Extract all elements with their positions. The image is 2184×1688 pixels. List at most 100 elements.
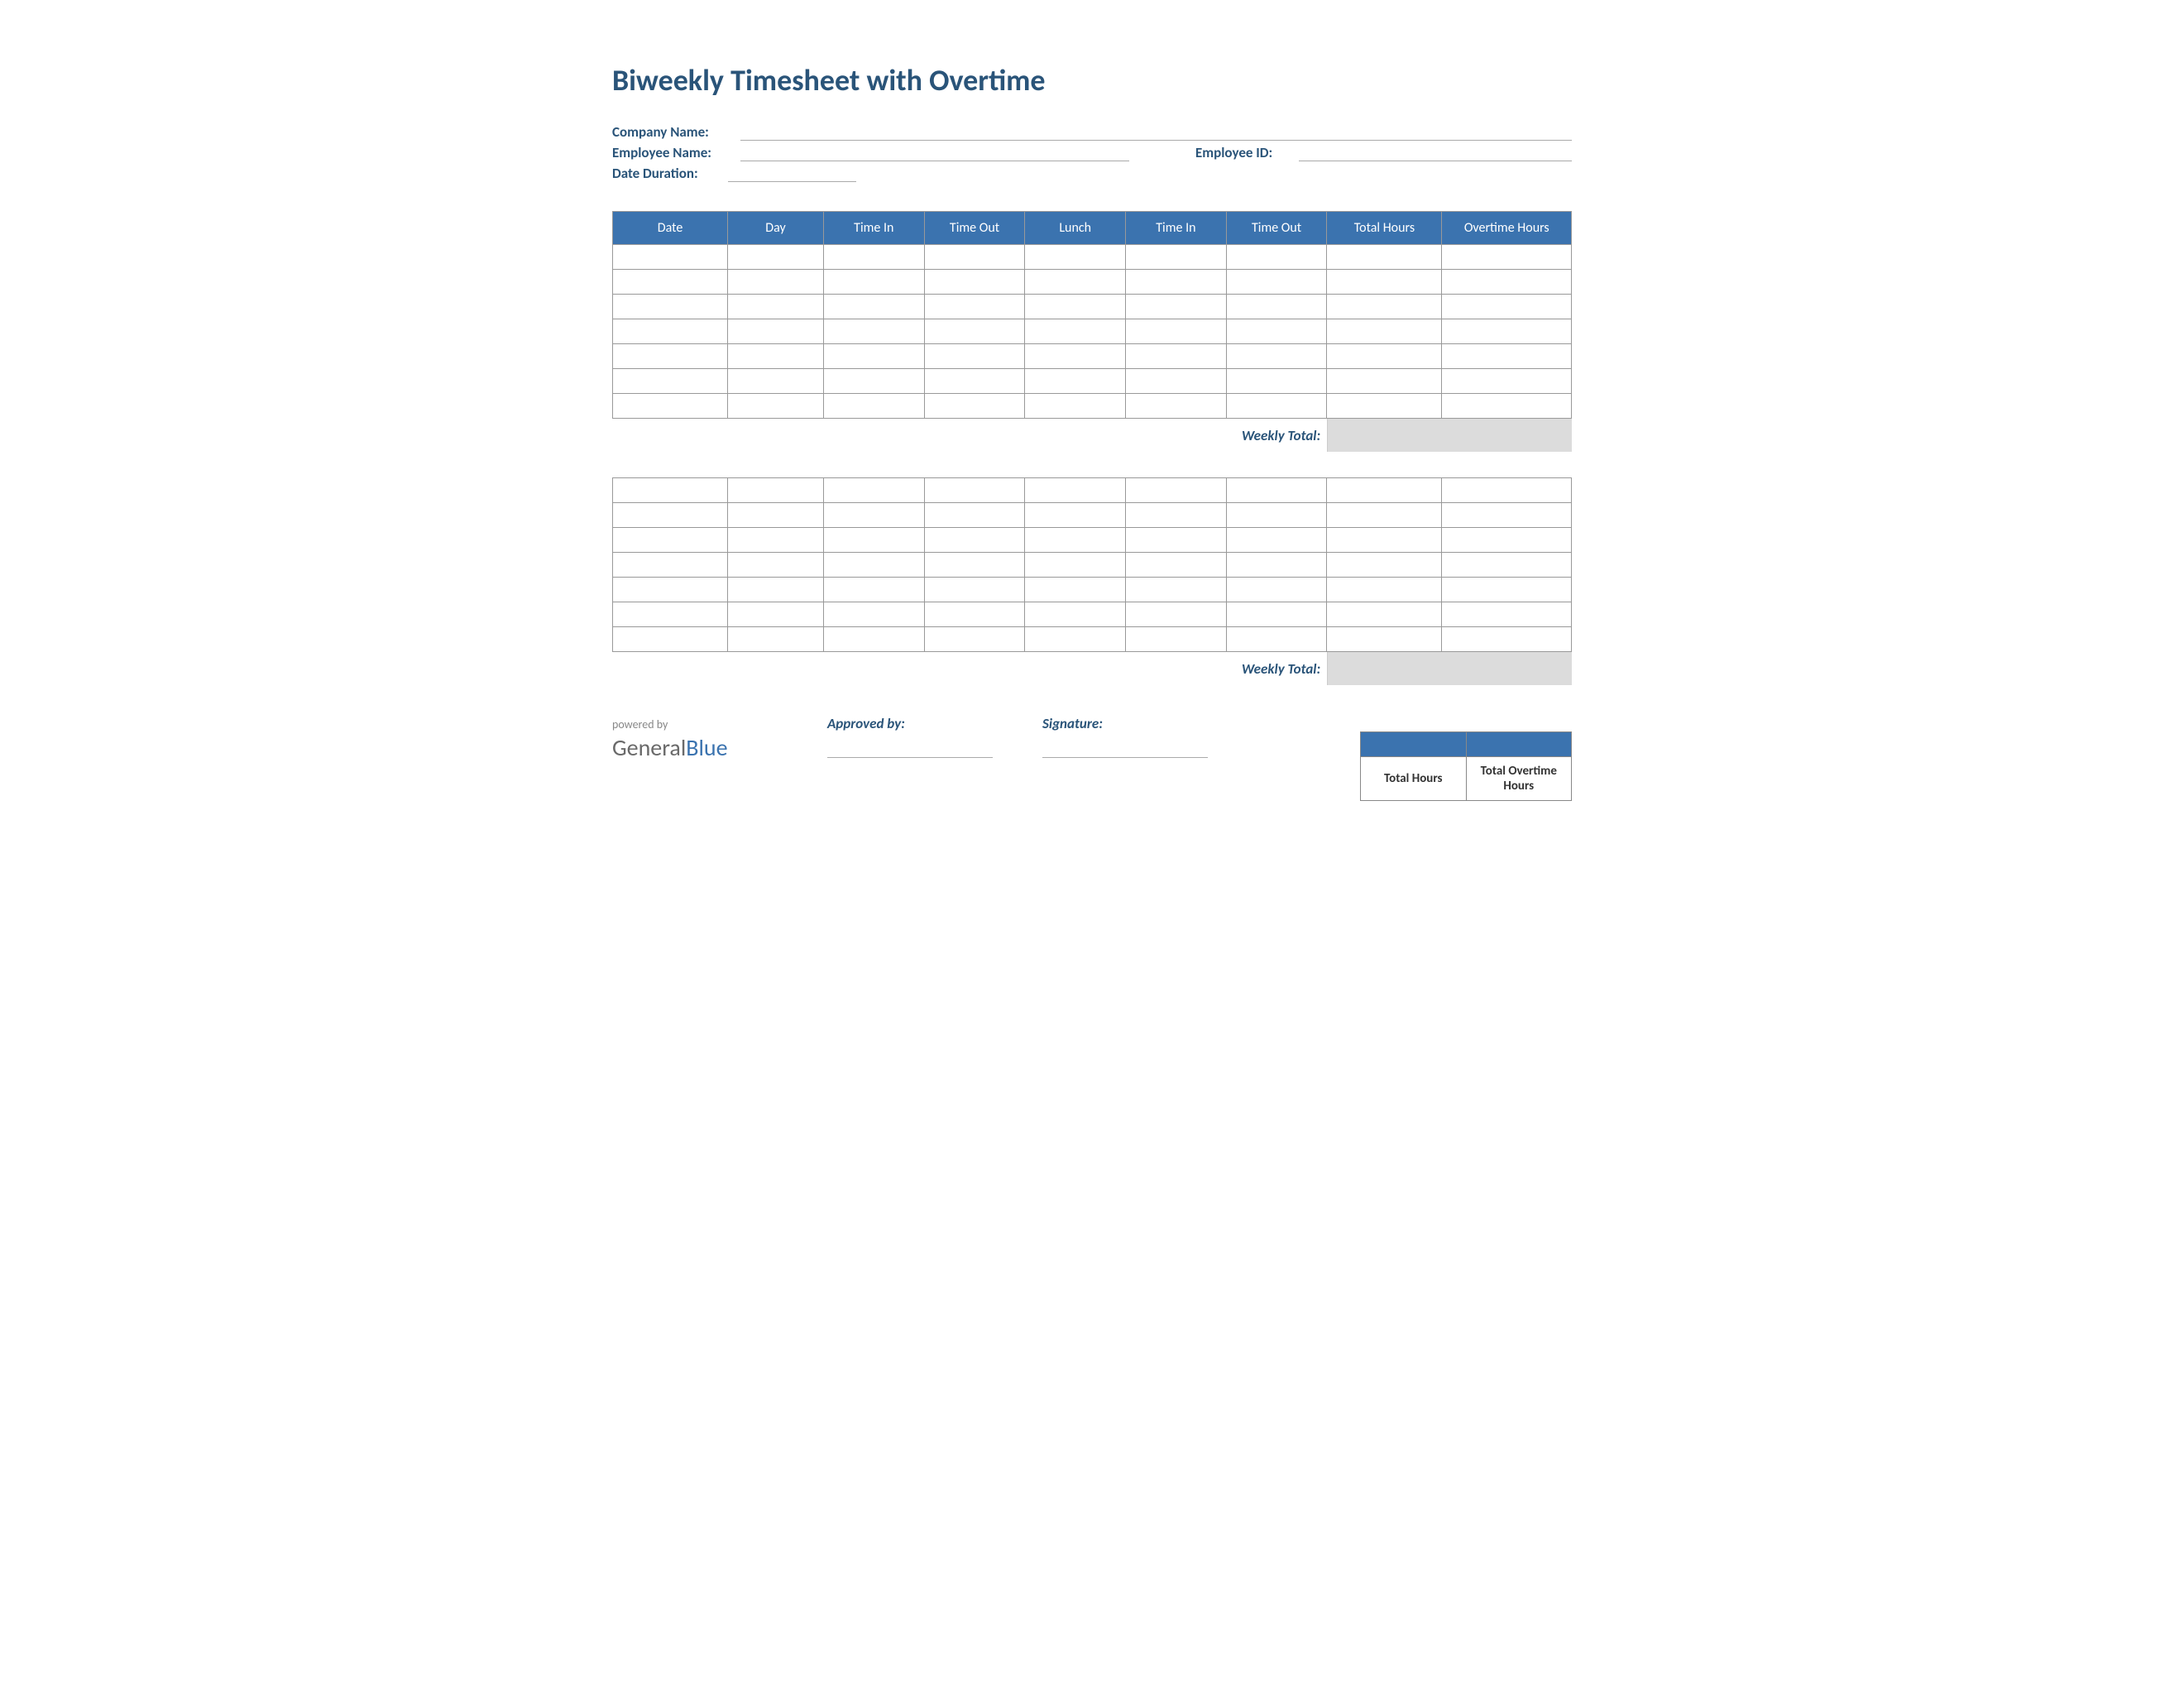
table-cell[interactable] xyxy=(924,344,1025,369)
table-cell[interactable] xyxy=(613,528,728,553)
table-cell[interactable] xyxy=(613,319,728,344)
table-cell[interactable] xyxy=(1126,245,1227,270)
table-cell[interactable] xyxy=(1442,553,1572,578)
table-cell[interactable] xyxy=(823,528,924,553)
table-cell[interactable] xyxy=(1226,295,1327,319)
table-cell[interactable] xyxy=(613,394,728,419)
table-cell[interactable] xyxy=(1126,578,1227,602)
table-cell[interactable] xyxy=(728,578,824,602)
employee-name-field[interactable] xyxy=(740,144,1129,161)
table-cell[interactable] xyxy=(728,369,824,394)
table-cell[interactable] xyxy=(1327,602,1442,627)
table-cell[interactable] xyxy=(728,478,824,503)
table-cell[interactable] xyxy=(728,602,824,627)
table-cell[interactable] xyxy=(1226,270,1327,295)
table-cell[interactable] xyxy=(1126,344,1227,369)
table-cell[interactable] xyxy=(1442,319,1572,344)
table-cell[interactable] xyxy=(1327,295,1442,319)
table-cell[interactable] xyxy=(613,295,728,319)
table-cell[interactable] xyxy=(1025,344,1126,369)
table-cell[interactable] xyxy=(823,295,924,319)
table-cell[interactable] xyxy=(1226,553,1327,578)
table-cell[interactable] xyxy=(728,270,824,295)
table-cell[interactable] xyxy=(613,344,728,369)
table-cell[interactable] xyxy=(613,478,728,503)
table-cell[interactable] xyxy=(823,503,924,528)
table-cell[interactable] xyxy=(1327,394,1442,419)
table-cell[interactable] xyxy=(1327,270,1442,295)
table-cell[interactable] xyxy=(924,602,1025,627)
table-cell[interactable] xyxy=(1442,344,1572,369)
table-cell[interactable] xyxy=(1025,528,1126,553)
table-cell[interactable] xyxy=(1442,394,1572,419)
table-cell[interactable] xyxy=(1025,295,1126,319)
table-cell[interactable] xyxy=(1126,553,1227,578)
table-cell[interactable] xyxy=(823,578,924,602)
table-cell[interactable] xyxy=(1327,478,1442,503)
table-cell[interactable] xyxy=(613,245,728,270)
table-cell[interactable] xyxy=(1327,578,1442,602)
employee-id-field[interactable] xyxy=(1299,144,1572,161)
table-cell[interactable] xyxy=(728,344,824,369)
table-cell[interactable] xyxy=(613,578,728,602)
table-cell[interactable] xyxy=(924,319,1025,344)
table-cell[interactable] xyxy=(728,528,824,553)
table-cell[interactable] xyxy=(823,553,924,578)
table-cell[interactable] xyxy=(924,270,1025,295)
table-cell[interactable] xyxy=(613,503,728,528)
table-cell[interactable] xyxy=(1327,553,1442,578)
table-cell[interactable] xyxy=(728,319,824,344)
table-cell[interactable] xyxy=(823,602,924,627)
table-cell[interactable] xyxy=(823,369,924,394)
table-cell[interactable] xyxy=(1226,369,1327,394)
table-cell[interactable] xyxy=(1226,394,1327,419)
table-cell[interactable] xyxy=(924,245,1025,270)
table-cell[interactable] xyxy=(1226,602,1327,627)
table-cell[interactable] xyxy=(924,627,1025,652)
table-cell[interactable] xyxy=(1025,319,1126,344)
table-cell[interactable] xyxy=(1126,478,1227,503)
table-cell[interactable] xyxy=(613,602,728,627)
table-cell[interactable] xyxy=(823,245,924,270)
table-cell[interactable] xyxy=(1126,319,1227,344)
table-cell[interactable] xyxy=(1226,528,1327,553)
table-cell[interactable] xyxy=(728,627,824,652)
table-cell[interactable] xyxy=(1025,478,1126,503)
table-cell[interactable] xyxy=(1126,503,1227,528)
table-cell[interactable] xyxy=(1226,578,1327,602)
table-cell[interactable] xyxy=(1442,503,1572,528)
table-cell[interactable] xyxy=(1442,270,1572,295)
table-cell[interactable] xyxy=(823,270,924,295)
table-cell[interactable] xyxy=(823,344,924,369)
table-cell[interactable] xyxy=(1226,503,1327,528)
table-cell[interactable] xyxy=(924,528,1025,553)
table-cell[interactable] xyxy=(1025,270,1126,295)
table-cell[interactable] xyxy=(1126,295,1227,319)
table-cell[interactable] xyxy=(728,503,824,528)
table-cell[interactable] xyxy=(823,394,924,419)
table-cell[interactable] xyxy=(1025,578,1126,602)
table-cell[interactable] xyxy=(1442,578,1572,602)
table-cell[interactable] xyxy=(728,553,824,578)
table-cell[interactable] xyxy=(924,553,1025,578)
table-cell[interactable] xyxy=(1442,478,1572,503)
table-cell[interactable] xyxy=(1226,627,1327,652)
table-cell[interactable] xyxy=(1126,528,1227,553)
table-cell[interactable] xyxy=(728,295,824,319)
table-cell[interactable] xyxy=(1226,319,1327,344)
table-cell[interactable] xyxy=(1025,602,1126,627)
date-duration-field[interactable] xyxy=(728,165,856,182)
table-cell[interactable] xyxy=(823,627,924,652)
table-cell[interactable] xyxy=(728,245,824,270)
approved-by-line[interactable] xyxy=(827,757,993,758)
table-cell[interactable] xyxy=(1327,503,1442,528)
table-cell[interactable] xyxy=(924,478,1025,503)
table-cell[interactable] xyxy=(924,295,1025,319)
table-cell[interactable] xyxy=(1442,295,1572,319)
table-cell[interactable] xyxy=(1226,478,1327,503)
table-cell[interactable] xyxy=(1442,627,1572,652)
table-cell[interactable] xyxy=(1327,528,1442,553)
table-cell[interactable] xyxy=(1327,245,1442,270)
table-cell[interactable] xyxy=(1126,394,1227,419)
table-cell[interactable] xyxy=(1442,245,1572,270)
